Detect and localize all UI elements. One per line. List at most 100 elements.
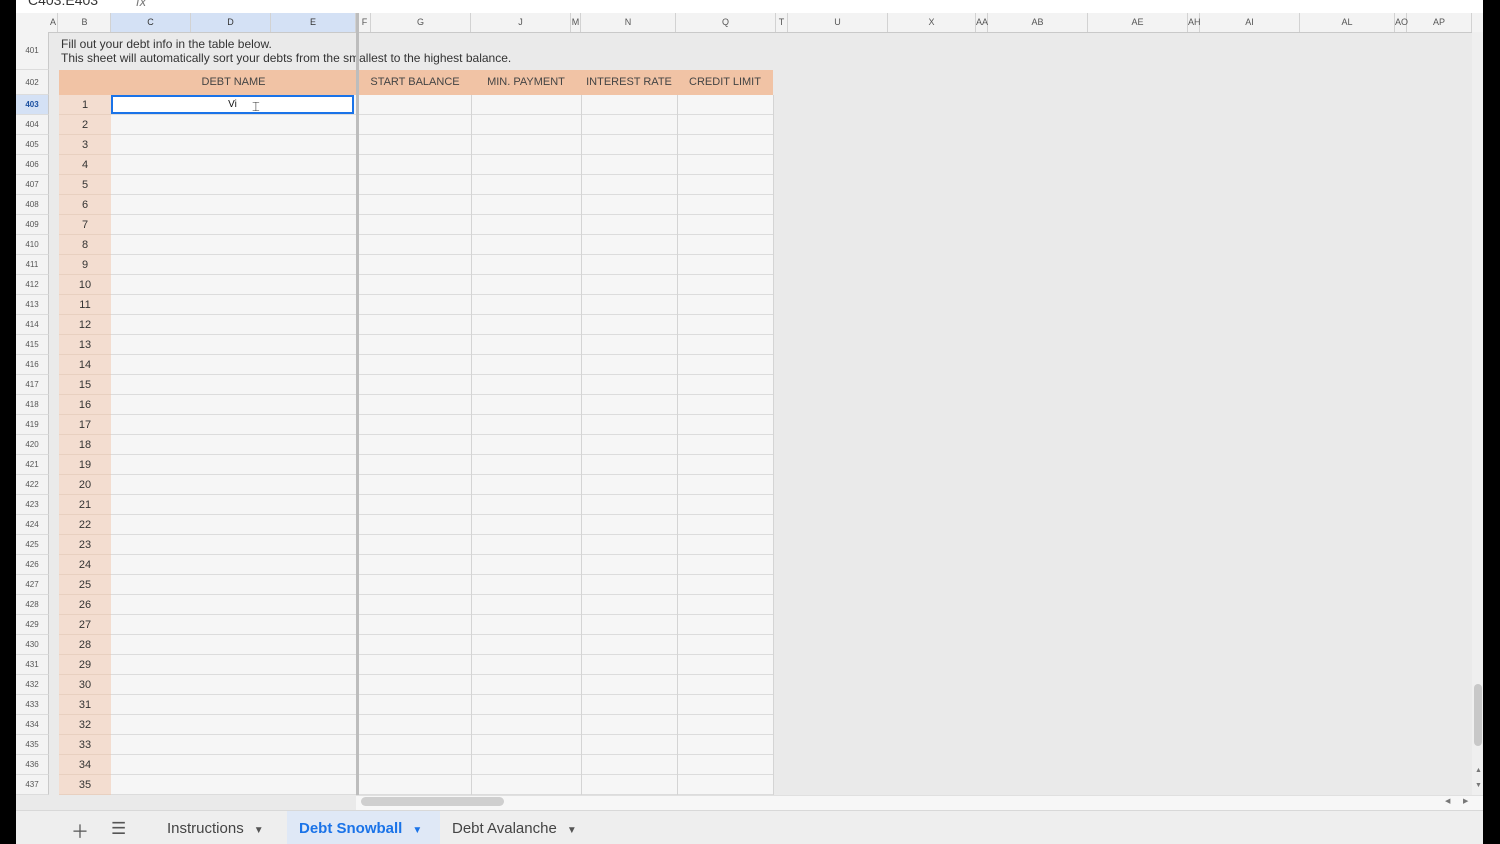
debt-number-cell[interactable]: 26: [59, 595, 111, 615]
row-header[interactable]: 414: [16, 315, 49, 335]
debt-number-cell[interactable]: 7: [59, 215, 111, 235]
row-header[interactable]: 426: [16, 555, 49, 575]
column-header-e[interactable]: E: [271, 13, 356, 32]
caret-down-icon[interactable]: ▼: [254, 825, 264, 836]
debt-number-cell[interactable]: 5: [59, 175, 111, 195]
horizontal-scrollbar[interactable]: [356, 795, 1483, 810]
row-header[interactable]: 411: [16, 255, 49, 275]
scroll-down-icon[interactable]: ▼: [1475, 782, 1482, 789]
tab-debt-snowball[interactable]: Debt Snowball ▼: [287, 811, 440, 844]
row-header[interactable]: 416: [16, 355, 49, 375]
column-header-d[interactable]: D: [191, 13, 271, 32]
debt-number-cell[interactable]: 4: [59, 155, 111, 175]
debt-number-cell[interactable]: 24: [59, 555, 111, 575]
menu-icon[interactable]: ☰: [111, 819, 126, 839]
row-header[interactable]: 404: [16, 115, 49, 135]
row-header[interactable]: 418: [16, 395, 49, 415]
column-header-ai[interactable]: AI: [1200, 13, 1300, 32]
debt-number-cell[interactable]: 20: [59, 475, 111, 495]
debt-number-cell[interactable]: 11: [59, 295, 111, 315]
debt-number-cell[interactable]: 10: [59, 275, 111, 295]
debt-number-cell[interactable]: 16: [59, 395, 111, 415]
debt-number-cell[interactable]: 8: [59, 235, 111, 255]
row-header[interactable]: 401: [16, 32, 49, 70]
debt-number-cell[interactable]: 9: [59, 255, 111, 275]
column-header-n[interactable]: N: [581, 13, 676, 32]
debt-number-cell[interactable]: 30: [59, 675, 111, 695]
column-header-b[interactable]: B: [59, 13, 111, 32]
horizontal-scroll-thumb[interactable]: [361, 797, 504, 806]
row-header[interactable]: 403: [16, 95, 49, 115]
row-header[interactable]: 436: [16, 755, 49, 775]
row-header[interactable]: 417: [16, 375, 49, 395]
caret-down-icon[interactable]: ▼: [412, 825, 422, 836]
column-header-ao[interactable]: AO: [1395, 13, 1408, 32]
debt-number-cell[interactable]: 23: [59, 535, 111, 555]
row-header[interactable]: 413: [16, 295, 49, 315]
scroll-right-icon[interactable]: ▶: [1463, 797, 1468, 805]
row-header[interactable]: 415: [16, 335, 49, 355]
column-header-t[interactable]: T: [776, 13, 788, 32]
debt-number-cell[interactable]: 22: [59, 515, 111, 535]
debt-number-cell[interactable]: 25: [59, 575, 111, 595]
row-header[interactable]: 429: [16, 615, 49, 635]
plus-icon[interactable]: ＋: [71, 818, 89, 844]
scroll-up-icon[interactable]: ▲: [1475, 767, 1482, 774]
debt-number-cell[interactable]: 12: [59, 315, 111, 335]
scroll-left-icon[interactable]: ◀: [1445, 797, 1450, 805]
row-header[interactable]: 422: [16, 475, 49, 495]
column-header-aa[interactable]: AA: [976, 13, 988, 32]
row-header[interactable]: 420: [16, 435, 49, 455]
column-header-a[interactable]: A: [49, 13, 58, 32]
frozen-column-divider[interactable]: [356, 13, 359, 808]
row-header[interactable]: 412: [16, 275, 49, 295]
row-header[interactable]: 402: [16, 70, 49, 95]
debt-number-cell[interactable]: 17: [59, 415, 111, 435]
column-header-ae[interactable]: AE: [1088, 13, 1188, 32]
row-header[interactable]: 427: [16, 575, 49, 595]
row-header[interactable]: 435: [16, 735, 49, 755]
column-header-u[interactable]: U: [788, 13, 888, 32]
row-header[interactable]: 433: [16, 695, 49, 715]
debt-number-cell[interactable]: 35: [59, 775, 111, 795]
debt-number-cell[interactable]: 18: [59, 435, 111, 455]
debt-number-cell[interactable]: 15: [59, 375, 111, 395]
column-header-ap[interactable]: AP: [1407, 13, 1472, 32]
row-header[interactable]: 434: [16, 715, 49, 735]
debt-number-cell[interactable]: 31: [59, 695, 111, 715]
row-header[interactable]: 424: [16, 515, 49, 535]
row-header[interactable]: 430: [16, 635, 49, 655]
debt-number-cell[interactable]: 34: [59, 755, 111, 775]
name-box[interactable]: C403:E403: [28, 0, 98, 8]
row-header[interactable]: 410: [16, 235, 49, 255]
column-header-g[interactable]: G: [371, 13, 471, 32]
tab-instructions[interactable]: Instructions ▼: [155, 811, 276, 844]
row-header[interactable]: 406: [16, 155, 49, 175]
row-header[interactable]: 423: [16, 495, 49, 515]
debt-number-cell[interactable]: 2: [59, 115, 111, 135]
debt-number-cell[interactable]: 13: [59, 335, 111, 355]
column-header-j[interactable]: J: [471, 13, 571, 32]
column-header-ab[interactable]: AB: [988, 13, 1088, 32]
vertical-scrollbar[interactable]: [1472, 32, 1483, 795]
active-cell-editor[interactable]: Vi: [111, 95, 354, 114]
row-header[interactable]: 421: [16, 455, 49, 475]
column-header-al[interactable]: AL: [1300, 13, 1395, 32]
row-header[interactable]: 428: [16, 595, 49, 615]
debt-number-cell[interactable]: 28: [59, 635, 111, 655]
row-header[interactable]: 437: [16, 775, 49, 795]
debt-number-cell[interactable]: 27: [59, 615, 111, 635]
row-header[interactable]: 431: [16, 655, 49, 675]
column-header-ah[interactable]: AH: [1188, 13, 1201, 32]
debt-number-cell[interactable]: 29: [59, 655, 111, 675]
column-header-c[interactable]: C: [111, 13, 191, 32]
debt-number-cell[interactable]: 33: [59, 735, 111, 755]
debt-number-cell[interactable]: 6: [59, 195, 111, 215]
debt-number-cell[interactable]: 19: [59, 455, 111, 475]
debt-number-cell[interactable]: 14: [59, 355, 111, 375]
row-header[interactable]: 407: [16, 175, 49, 195]
caret-down-icon[interactable]: ▼: [567, 825, 577, 836]
row-header[interactable]: 409: [16, 215, 49, 235]
debt-number-cell[interactable]: 32: [59, 715, 111, 735]
debt-number-cell[interactable]: 21: [59, 495, 111, 515]
